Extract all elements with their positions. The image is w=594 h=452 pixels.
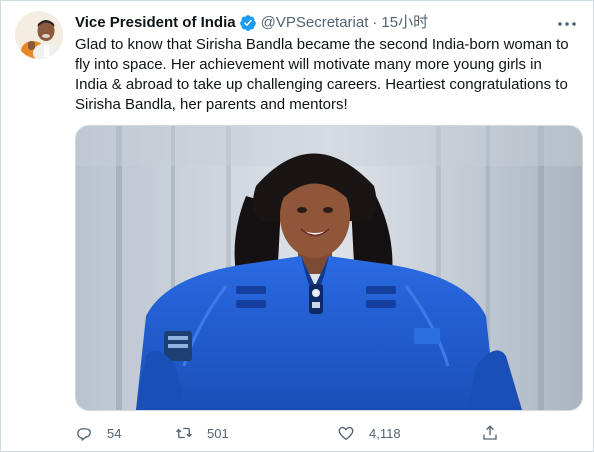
separator-dot: · (372, 14, 378, 31)
tweet-card[interactable]: Vice President of India @VPSecretariat ·… (0, 0, 594, 452)
reply-count: 54 (107, 425, 122, 441)
reply-button[interactable]: 54 (75, 421, 121, 445)
like-button[interactable]: 4,118 (337, 421, 401, 445)
retweet-button[interactable]: 501 (175, 421, 229, 445)
tweet-photo[interactable] (75, 125, 583, 411)
tweet-actions: 54 501 4,118 (75, 421, 515, 445)
author-avatar[interactable] (15, 11, 63, 59)
tweet-timestamp[interactable]: 15小时 (381, 13, 428, 33)
like-count: 4,118 (369, 425, 401, 441)
heart-icon (338, 426, 354, 441)
retweet-count: 501 (207, 425, 229, 441)
verified-badge-icon (239, 15, 256, 31)
avatar-image (15, 11, 63, 59)
share-icon (483, 425, 497, 440)
author-name[interactable]: Vice President of India (75, 13, 236, 33)
tweet-header: Vice President of India @VPSecretariat ·… (75, 13, 428, 33)
retweet-icon (176, 427, 192, 439)
author-handle[interactable]: @VPSecretariat (261, 13, 369, 33)
reply-icon (77, 428, 91, 441)
more-options-icon[interactable] (555, 12, 579, 36)
share-button[interactable] (481, 421, 513, 445)
astronaut-photo (76, 126, 582, 410)
tweet-text: Glad to know that Sirisha Bandla became … (75, 36, 569, 113)
